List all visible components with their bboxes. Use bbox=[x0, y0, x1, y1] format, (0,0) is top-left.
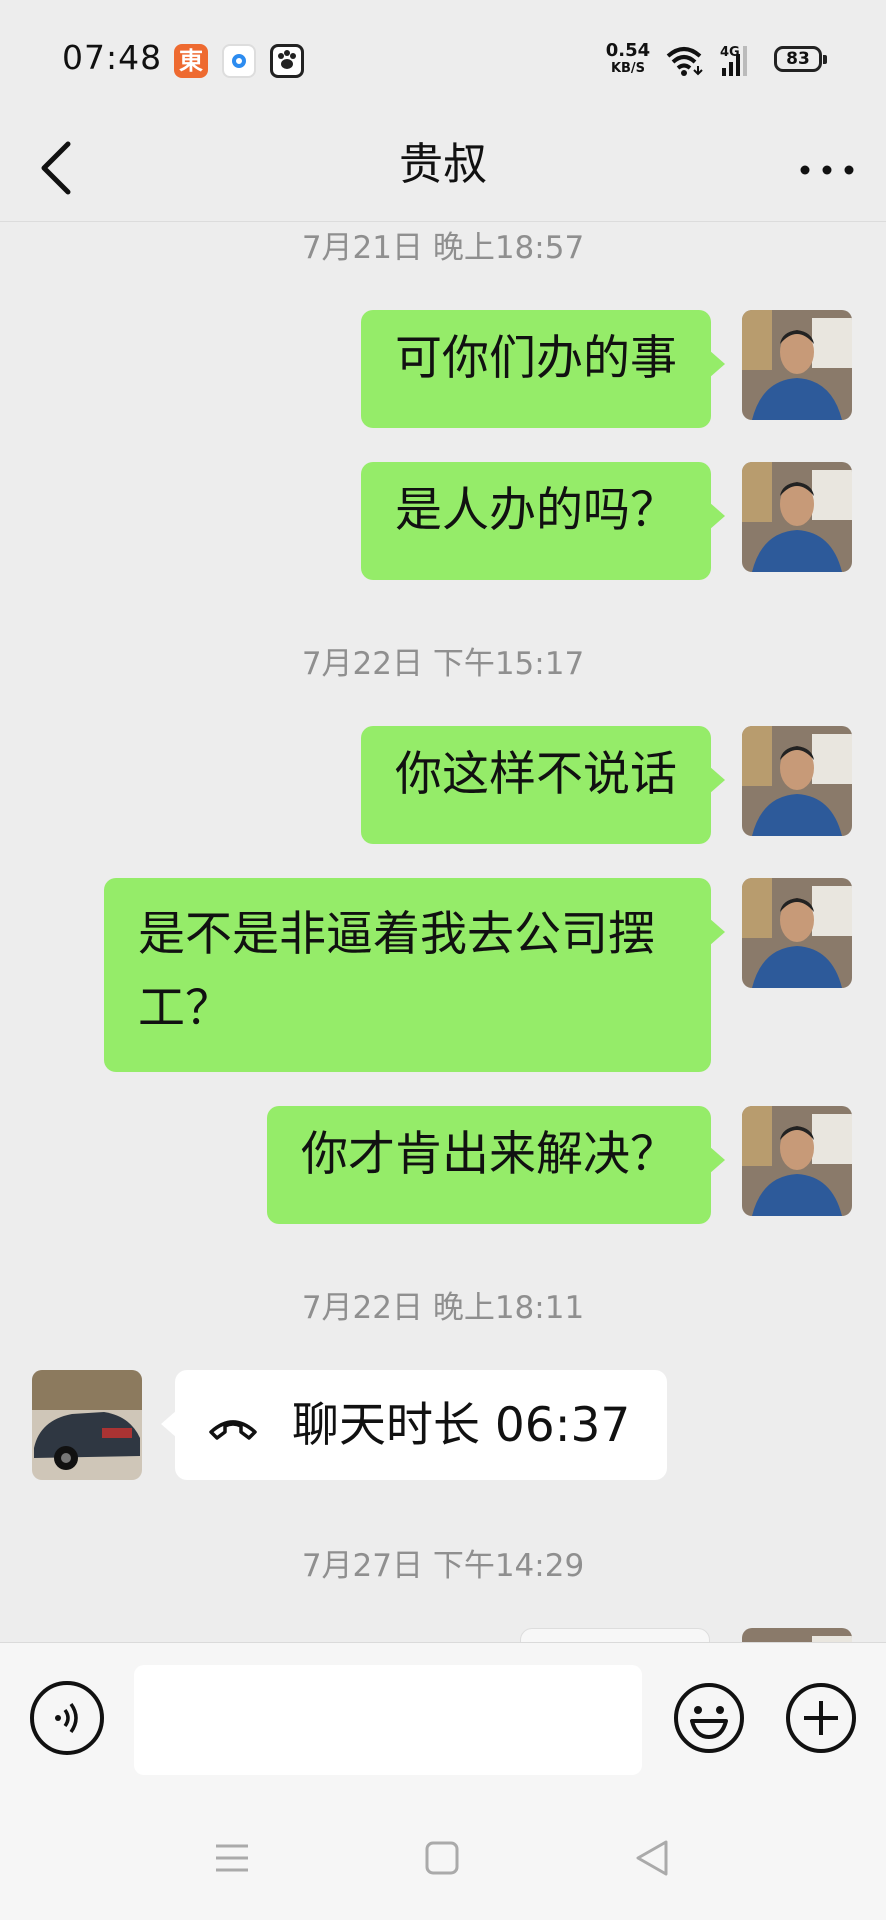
my-avatar[interactable] bbox=[742, 462, 852, 572]
menu-icon bbox=[216, 1844, 248, 1872]
person-photo bbox=[742, 462, 852, 572]
home-icon bbox=[425, 1841, 459, 1875]
chat-title: 贵叔 bbox=[399, 139, 487, 190]
my-avatar[interactable] bbox=[742, 1106, 852, 1216]
emoji-button[interactable] bbox=[672, 1681, 746, 1755]
more-functions-button[interactable] bbox=[784, 1681, 858, 1755]
call-record-bubble[interactable]: 聊天时长 06:37 bbox=[161, 1370, 667, 1480]
menu-button[interactable] bbox=[202, 1828, 262, 1888]
baidu-paw-icon bbox=[270, 44, 304, 78]
message-timestamp: 7月27日 下午14:29 bbox=[301, 1548, 585, 1584]
browser-icon bbox=[222, 44, 256, 78]
network-speed: 0.54 KB/S bbox=[604, 42, 652, 78]
person-photo bbox=[742, 726, 852, 836]
my-avatar[interactable] bbox=[742, 878, 852, 988]
message-bubble[interactable]: 是不是非逼着我去公司摆工？ bbox=[104, 878, 725, 1072]
image-message[interactable] bbox=[520, 1628, 710, 1642]
person-photo bbox=[742, 310, 852, 420]
more-button[interactable] bbox=[792, 134, 862, 194]
speed-value: 0.54 bbox=[605, 40, 651, 61]
home-button[interactable] bbox=[412, 1828, 472, 1888]
person-photo bbox=[742, 1106, 852, 1216]
my-avatar[interactable] bbox=[742, 1628, 852, 1642]
message-timestamp: 7月22日 晚上18:11 bbox=[301, 1290, 585, 1326]
message-timestamp: 7月21日 晚上18:57 bbox=[301, 230, 585, 266]
signal-indicators: 4G bbox=[664, 42, 768, 86]
my-avatar[interactable] bbox=[742, 726, 852, 836]
emoji-icon bbox=[674, 1683, 744, 1753]
back-triangle-icon bbox=[636, 1840, 668, 1876]
message-bubble[interactable]: 是人办的吗？ bbox=[361, 462, 725, 580]
wifi-icon bbox=[666, 47, 703, 76]
system-navigation-bar bbox=[0, 1784, 886, 1920]
chat-header: 贵叔 bbox=[0, 112, 886, 222]
message-bubble[interactable]: 你这样不说话 bbox=[361, 726, 725, 844]
my-avatar[interactable] bbox=[742, 310, 852, 420]
plus-icon bbox=[786, 1683, 856, 1753]
more-dots-icon bbox=[800, 165, 854, 175]
message-input[interactable] bbox=[134, 1665, 642, 1775]
voice-icon bbox=[55, 1702, 78, 1734]
contact-avatar[interactable] bbox=[32, 1370, 142, 1480]
status-time: 07:48 bbox=[62, 38, 163, 77]
message-list[interactable]: 7月21日 晚上18:57 可你们办的事 是人办的吗？ 7月22日 下午15:1… bbox=[0, 222, 886, 1642]
voice-button[interactable] bbox=[30, 1681, 104, 1755]
call-duration: 聊天时长 06:37 bbox=[291, 1397, 631, 1453]
message-timestamp: 7月22日 下午15:17 bbox=[301, 646, 585, 682]
nav-back-button[interactable] bbox=[622, 1828, 682, 1888]
person-photo bbox=[742, 878, 852, 988]
phone-hangup-icon bbox=[209, 1419, 257, 1440]
person-photo bbox=[742, 1628, 852, 1642]
car-photo bbox=[32, 1370, 142, 1480]
message-bubble[interactable]: 可你们办的事 bbox=[361, 310, 725, 428]
jd-icon: 東 bbox=[174, 44, 208, 78]
message-bubble[interactable]: 你才肯出来解决？ bbox=[267, 1106, 725, 1224]
chat-input-bar bbox=[0, 1642, 886, 1784]
status-bar: 07:48 東 0.54 KB/S 4G 83 bbox=[0, 0, 886, 112]
battery-indicator: 83 bbox=[774, 46, 827, 72]
speed-unit: KB/S bbox=[610, 61, 646, 76]
